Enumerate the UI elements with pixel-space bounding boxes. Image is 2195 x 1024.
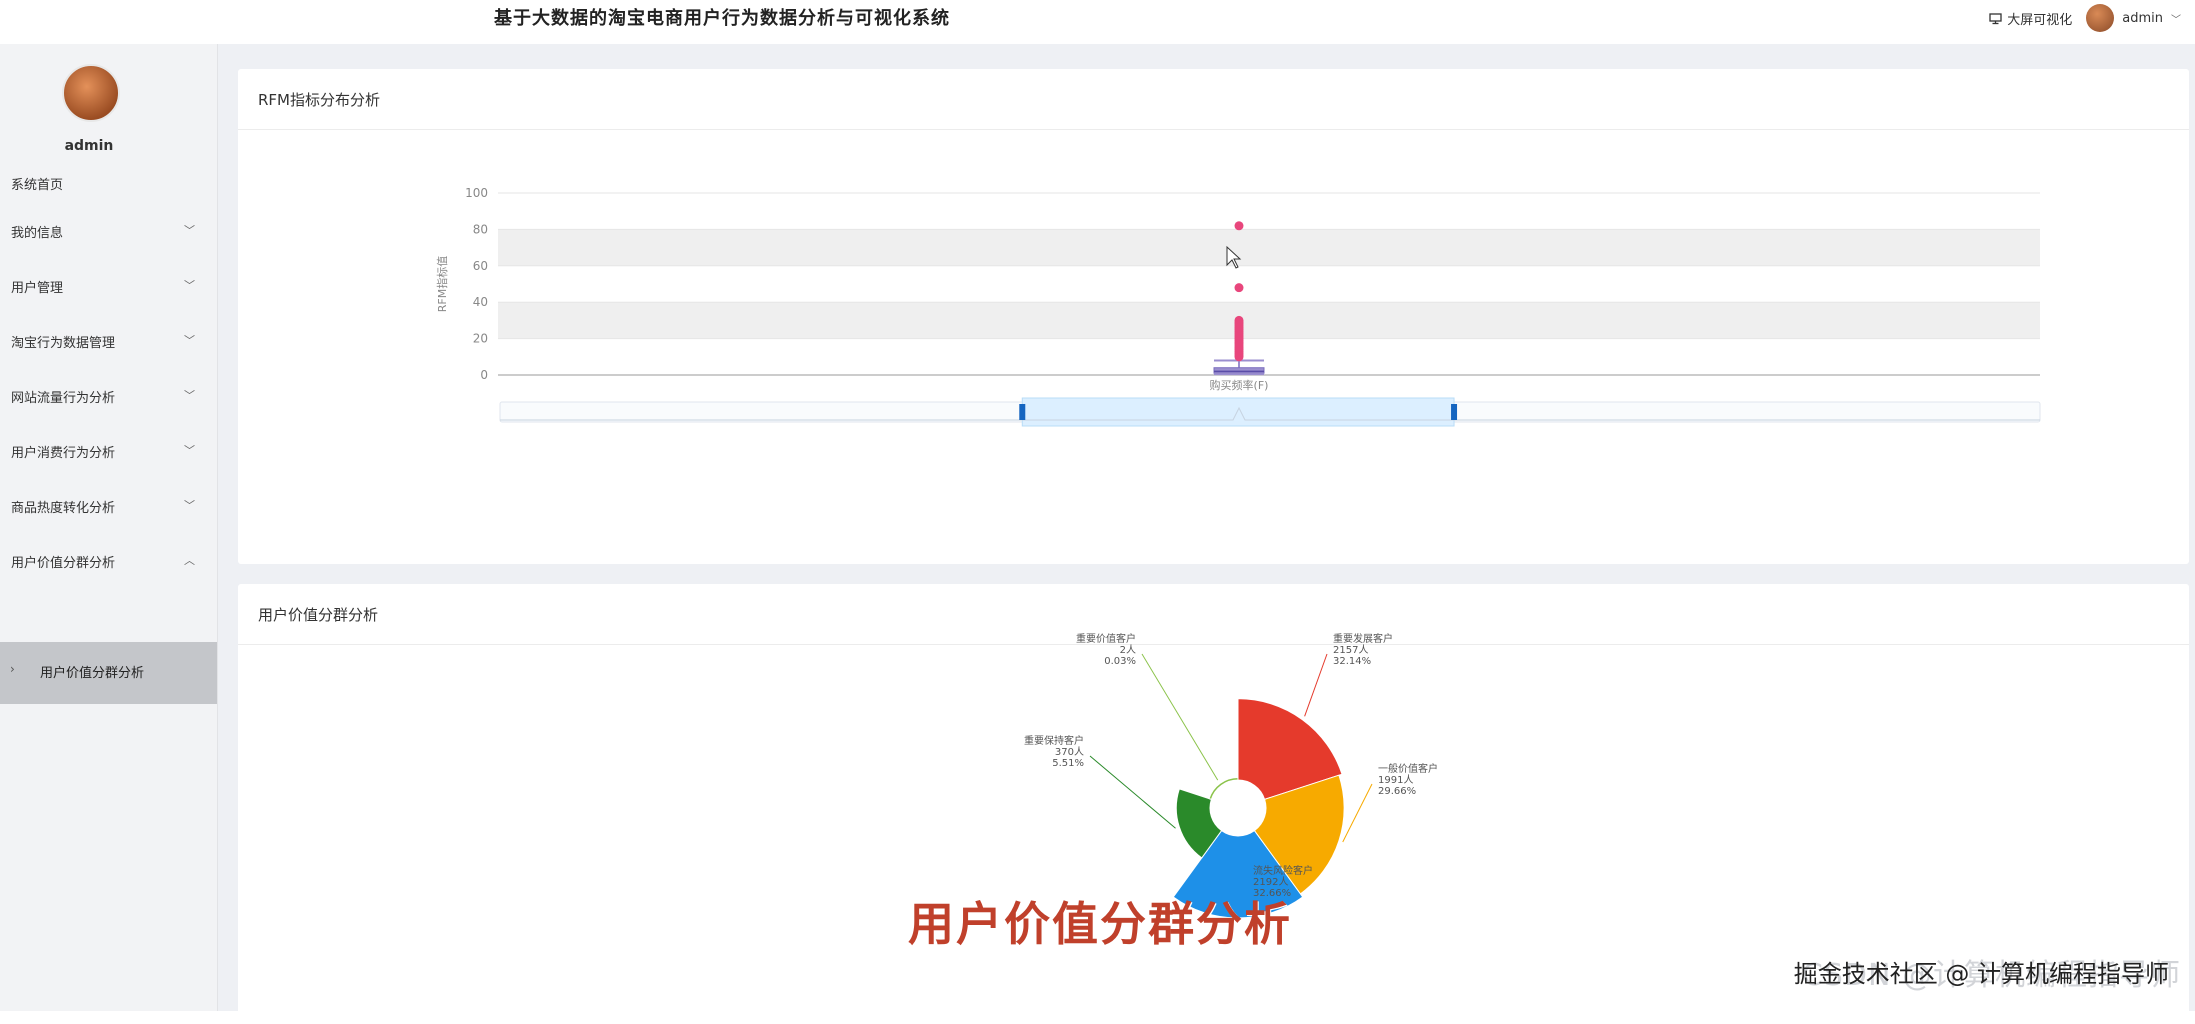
- sidebar-item-product-heat[interactable]: 商品热度转化分析 ﹀: [0, 487, 217, 542]
- bigscreen-label: 大屏可视化: [2007, 12, 2073, 28]
- y-tick-label: 60: [473, 259, 488, 273]
- system-title: 基于大数据的淘宝电商用户行为数据分析与可视化系统: [494, 8, 950, 29]
- username: admin: [2122, 10, 2163, 26]
- avatar: [2086, 4, 2115, 32]
- outlier-point: [1234, 221, 1244, 231]
- outlier-point: [1234, 352, 1244, 362]
- chevron-down-icon: ﹀: [184, 224, 195, 237]
- pie-slice: [1208, 777, 1239, 800]
- slice-label-count: 2157人: [1333, 644, 1368, 656]
- y-tick-label: 40: [473, 295, 488, 309]
- y-tick-label: 80: [473, 222, 488, 236]
- slice-label-name: 流失风险客户: [1253, 864, 1313, 877]
- chevron-down-icon: ﹀: [2171, 14, 2181, 26]
- sidebar-item-home[interactable]: 系统首页: [0, 172, 217, 212]
- sidebar-item-label: 用户管理: [11, 281, 64, 296]
- slice-label-name: 重要价值客户: [1076, 632, 1136, 645]
- chevron-down-icon: ﹀: [184, 444, 195, 457]
- sidebar-username: admin: [64, 138, 114, 154]
- sidebar-item-label: 淘宝行为数据管理: [11, 336, 116, 351]
- sidebar-subitem-user-value-analysis[interactable]: › 用户价值分群分析: [0, 642, 217, 704]
- slice-label-line: [1141, 653, 1219, 781]
- user-menu[interactable]: admin ﹀: [2086, 4, 2181, 32]
- sidebar: admin 系统首页 我的信息 ﹀ 用户管理 ﹀ 淘宝行为数据管理 ﹀ 网站流量…: [0, 44, 218, 1011]
- sidebar-item-label: 我的信息: [11, 226, 64, 241]
- datazoom-window: [1021, 397, 1455, 427]
- sidebar-item-user-management[interactable]: 用户管理 ﹀: [0, 267, 217, 322]
- slice-label-name: 重要发展客户: [1333, 632, 1393, 645]
- slice-label-name: 重要保持客户: [1024, 734, 1084, 747]
- slice-label-pct: 29.66%: [1378, 786, 1416, 797]
- sidebar-subitem-label: 用户价值分群分析: [40, 666, 145, 681]
- top-bar: 基于大数据的淘宝电商用户行为数据分析与可视化系统 大屏可视化 admin ﹀: [0, 0, 2195, 38]
- slice-label-pct: 0.03%: [1104, 656, 1136, 667]
- rfm-card: RFM指标分布分析 0 20 40 60 80 100 RFM指标值 购买频率(F): [238, 69, 2189, 564]
- sidebar-menu: 系统首页 我的信息 ﹀ 用户管理 ﹀ 淘宝行为数据管理 ﹀ 网站流量行为分析 ﹀…: [0, 172, 217, 597]
- slice-label-line: [1089, 755, 1176, 829]
- sidebar-item-label: 系统首页: [11, 178, 64, 193]
- slice-label-line: [1304, 653, 1328, 717]
- y-tick-label: 20: [473, 332, 488, 346]
- sidebar-item-label: 网站流量行为分析: [11, 391, 116, 406]
- main-content: RFM指标分布分析 0 20 40 60 80 100 RFM指标值 购买频率(F) 用户价值…: [218, 44, 2195, 1024]
- bigscreen-link[interactable]: 大屏可视化: [1989, 9, 2072, 28]
- y-tick-label: 0: [480, 368, 488, 382]
- sidebar-item-user-value[interactable]: 用户价值分群分析 ︿: [0, 542, 217, 597]
- grid-band: [498, 229, 2040, 266]
- monitor-icon: [1989, 12, 2002, 24]
- chevron-down-icon: ﹀: [184, 389, 195, 402]
- datazoom-handle-right: [1451, 404, 1458, 420]
- chevron-down-icon: ﹀: [184, 334, 195, 347]
- slice-label-count: 2192人: [1253, 876, 1288, 888]
- y-axis-label: RFM指标值: [435, 256, 449, 312]
- slice-label-count: 370人: [1055, 746, 1084, 758]
- grid-band: [498, 302, 2040, 339]
- datazoom-handle-left: [1019, 404, 1026, 420]
- sidebar-item-traffic-analysis[interactable]: 网站流量行为分析 ﹀: [0, 377, 217, 432]
- video-caption: 用户价值分群分析: [908, 897, 1292, 951]
- slice-label-count: 1991人: [1378, 774, 1413, 786]
- chevron-down-icon: ﹀: [184, 499, 195, 512]
- y-tick-label: 100: [465, 186, 488, 200]
- sidebar-item-my-info[interactable]: 我的信息 ﹀: [0, 212, 217, 267]
- sidebar-item-taobao-data[interactable]: 淘宝行为数据管理 ﹀: [0, 322, 217, 377]
- top-bar-actions: 大屏可视化 admin ﹀: [1989, 4, 2181, 32]
- slice-label-name: 一般价值客户: [1378, 762, 1438, 775]
- slice-label-pct: 32.14%: [1333, 656, 1371, 667]
- chevron-up-icon: ︿: [184, 554, 195, 567]
- outlier-point: [1234, 283, 1244, 293]
- slice-label-pct: 5.51%: [1052, 758, 1084, 769]
- slice-label-line: [1342, 783, 1373, 843]
- slice-label-count: 2人: [1120, 644, 1136, 656]
- juejin-watermark: 掘金技术社区 @ 计算机编程指导师: [1793, 960, 2169, 988]
- chevron-right-icon: ›: [10, 662, 15, 676]
- sidebar-avatar: [62, 64, 120, 122]
- sidebar-item-label: 用户价值分群分析: [11, 556, 116, 571]
- sidebar-item-label: 商品热度转化分析: [11, 501, 116, 516]
- sidebar-item-label: 用户消费行为分析: [11, 446, 116, 461]
- sidebar-item-consumption-analysis[interactable]: 用户消费行为分析 ﹀: [0, 432, 217, 487]
- rfm-boxplot-chart[interactable]: 0 20 40 60 80 100 RFM指标值购买频率(F): [238, 69, 2189, 564]
- chevron-down-icon: ﹀: [184, 279, 195, 292]
- box: [1213, 367, 1265, 374]
- x-tick-label: 购买频率(F): [1210, 378, 1269, 392]
